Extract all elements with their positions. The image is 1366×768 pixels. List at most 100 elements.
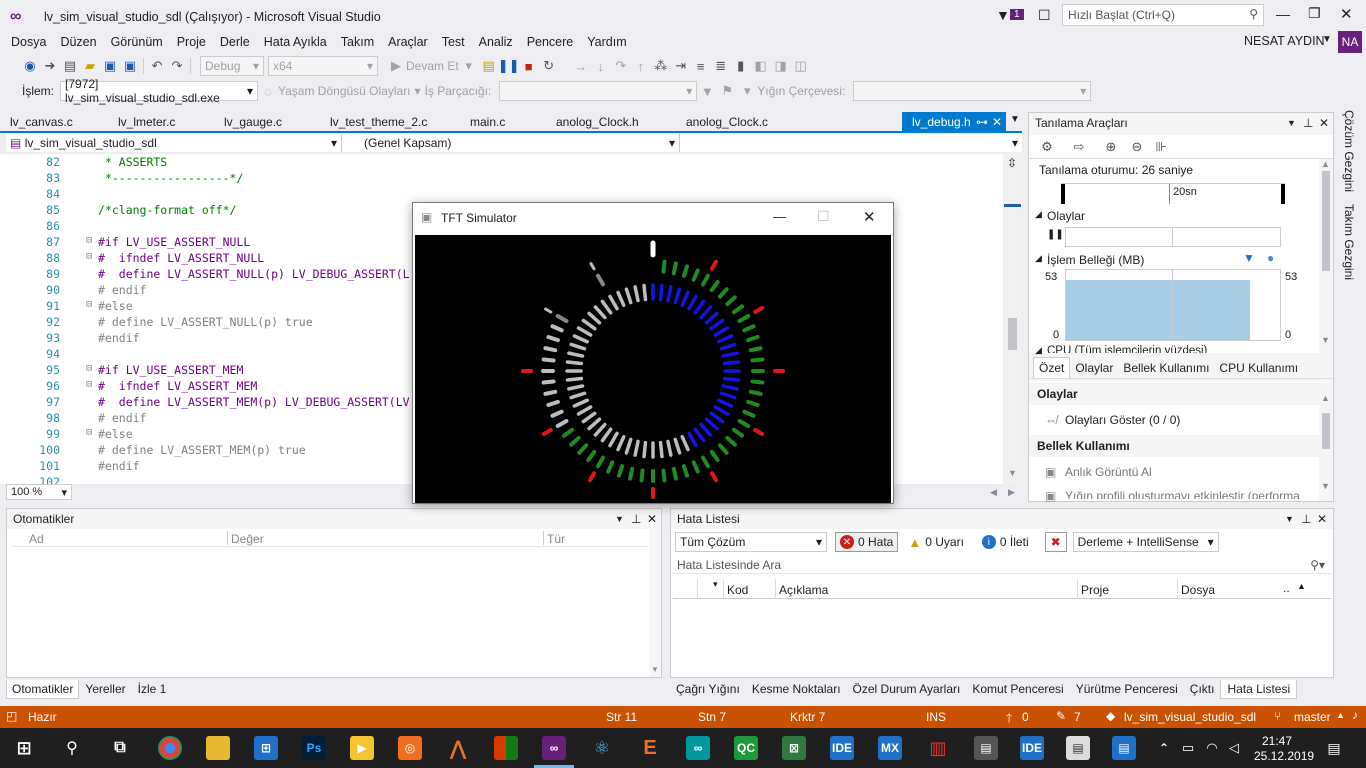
uncomment-icon[interactable]: ≣ [711, 56, 731, 76]
chart-app-icon[interactable]: ▥ [926, 736, 950, 760]
col-divider[interactable] [227, 531, 228, 545]
col-project[interactable]: Proje [1081, 583, 1109, 597]
maximize-button[interactable]: ☐ [817, 208, 830, 225]
pin-icon[interactable]: ⊶ [976, 112, 988, 132]
office-icon[interactable] [494, 736, 518, 760]
member-select[interactable]: ▾ [680, 134, 1022, 152]
restart-icon[interactable]: ↻ [539, 56, 559, 76]
menu-item[interactable]: Araçlar [381, 35, 435, 49]
tab-watch-1[interactable]: İzle 1 [132, 680, 173, 698]
battery-icon[interactable]: ▭ [1176, 736, 1200, 760]
chevron-up-icon[interactable]: ▲ [1321, 159, 1330, 169]
chevron-down-icon[interactable]: ▼ [1285, 509, 1294, 529]
step-out-icon[interactable]: ↑ [631, 56, 651, 76]
fold-toggle-icon[interactable]: ⊟ [86, 379, 92, 390]
tab-solution-explorer[interactable]: Çözüm Gezgini [1342, 110, 1356, 192]
next-bookmark-icon[interactable]: ◨ [771, 56, 791, 76]
quick-launch-input[interactable]: Hızlı Başlat (Ctrl+Q) ⚲ [1062, 4, 1264, 26]
close-icon[interactable]: ✕ [1319, 113, 1329, 133]
undo-icon[interactable]: ↶ [147, 56, 167, 76]
scope-filter-select[interactable]: Tüm Çözüm ▾ [675, 532, 827, 552]
clear-bookmark-icon[interactable]: ◫ [791, 56, 811, 76]
menu-item[interactable]: Test [435, 35, 472, 49]
expand-icon[interactable]: ◢ [1035, 209, 1042, 220]
notification-bell-icon[interactable]: ♪ [1352, 708, 1358, 722]
windows-start-icon[interactable]: ⊞ [12, 736, 36, 760]
more-columns-icon[interactable]: .. [1283, 581, 1290, 595]
col-description[interactable]: Açıklama [779, 583, 828, 597]
pin-icon[interactable]: ⊥ [631, 509, 641, 529]
hex-icon[interactable]: ⁂ [651, 56, 671, 76]
feedback-icon[interactable]: ☐ [1038, 7, 1051, 24]
tab-autos[interactable]: Otomatikler [6, 679, 80, 699]
col-divider[interactable] [697, 579, 698, 599]
chrome-icon[interactable] [158, 736, 182, 760]
search-icon[interactable]: ⚲ [60, 736, 84, 760]
col-name[interactable]: Ad [29, 532, 44, 546]
sort-icon[interactable]: ▾ [713, 579, 718, 590]
stack-frame-select[interactable]: ▾ [853, 81, 1092, 101]
mx-icon[interactable]: MX [878, 736, 902, 760]
scrollbar-thumb[interactable] [1322, 413, 1330, 449]
open-icon[interactable]: ▰ [80, 56, 100, 76]
col-code[interactable]: Kod [727, 583, 748, 597]
close-button[interactable]: ✕ [1340, 5, 1353, 23]
zoom-out-icon[interactable]: ⊖ [1127, 137, 1147, 157]
tab-memory-usage[interactable]: Bellek Kullanımı [1118, 361, 1214, 375]
close-icon[interactable]: ✕ [647, 509, 657, 529]
pause-icon[interactable]: ❚❚ [1047, 229, 1064, 240]
col-divider[interactable] [1177, 579, 1178, 599]
show-next-icon[interactable]: → [571, 56, 591, 76]
tab-locals[interactable]: Yereller [79, 680, 131, 698]
unpushed-count[interactable]: 0 [1022, 710, 1029, 724]
snip-icon[interactable]: ◎ [398, 736, 422, 760]
prev-bookmark-icon[interactable]: ◧ [751, 56, 771, 76]
config-select[interactable]: Debug ▾ [200, 56, 264, 76]
summary-scrollbar[interactable]: ▲ ▼ [1319, 381, 1333, 501]
chevron-up-icon[interactable]: ⌃ [1152, 736, 1176, 760]
error-search-input[interactable]: Hata Listesinde Ara ⚲▾ [673, 556, 1331, 574]
chevron-down-icon[interactable]: ▼ [1010, 114, 1020, 125]
pin-icon[interactable]: ⊥ [1303, 113, 1313, 133]
scope-select[interactable]: (Genel Kapsam) ▾ [342, 134, 680, 152]
timeline-ruler[interactable]: 20sn [1061, 183, 1285, 204]
wifi-icon[interactable]: ◠ [1200, 736, 1224, 760]
snapshot-button[interactable]: Anlık Görüntü Al [1065, 465, 1152, 479]
chevron-down-icon[interactable]: ▼ [1321, 481, 1330, 491]
tab-lv-debug[interactable]: lv_debug.h ⊶ ✕ [902, 112, 1006, 132]
menu-item[interactable]: Takım [334, 35, 381, 49]
repo-name[interactable]: lv_sim_visual_studio_sdl [1124, 710, 1256, 724]
thread-select[interactable]: ▾ [499, 81, 698, 101]
tab-cpu-usage[interactable]: CPU Kullanımı [1214, 361, 1303, 375]
fold-toggle-icon[interactable]: ⊟ [86, 235, 92, 246]
export-icon[interactable]: ⇨ [1069, 137, 1089, 157]
menu-item[interactable]: Derle [213, 35, 257, 49]
play-icon[interactable]: ▶ [386, 56, 406, 76]
tab-lv-lmeter[interactable]: lv_lmeter.c [108, 112, 185, 132]
chevron-down-icon[interactable]: ▼ [1287, 113, 1296, 133]
chevron-down-icon[interactable]: ▼ [615, 509, 624, 529]
pin-icon[interactable]: ⊥ [1301, 509, 1311, 529]
chevron-down-icon[interactable]: ▾ [737, 81, 757, 101]
menu-item[interactable]: Analiz [472, 35, 520, 49]
menu-item[interactable]: Düzen [53, 35, 103, 49]
reset-view-icon[interactable]: ⊪ [1151, 137, 1171, 157]
document-app-icon[interactable]: ▤ [1066, 736, 1090, 760]
notification-badge[interactable]: 1 [1010, 9, 1024, 20]
platform-select[interactable]: x64 ▾ [268, 56, 378, 76]
tft-app-icon[interactable]: ▤ [1112, 736, 1136, 760]
tft-screen[interactable] [415, 235, 891, 503]
tab-call-stack[interactable]: Çağrı Yığını [670, 680, 746, 698]
editor-scrollbar[interactable]: ⇳ ▼ [1003, 154, 1022, 484]
volume-icon[interactable]: ◁ [1222, 736, 1246, 760]
expand-icon[interactable]: ◢ [1035, 345, 1042, 356]
show-events-link[interactable]: Olayları Göster (0 / 0) [1065, 413, 1180, 427]
col-divider[interactable] [723, 579, 724, 599]
redo-icon[interactable]: ↷ [167, 56, 187, 76]
menu-item[interactable]: Proje [170, 35, 213, 49]
zoom-in-icon[interactable]: ⊕ [1101, 137, 1121, 157]
ide-icon[interactable]: IDE [830, 736, 854, 760]
pencil-icon[interactable]: ✎ [1056, 709, 1066, 723]
tab-main[interactable]: main.c [460, 112, 515, 132]
visual-studio-icon[interactable]: ∞ [542, 736, 566, 760]
